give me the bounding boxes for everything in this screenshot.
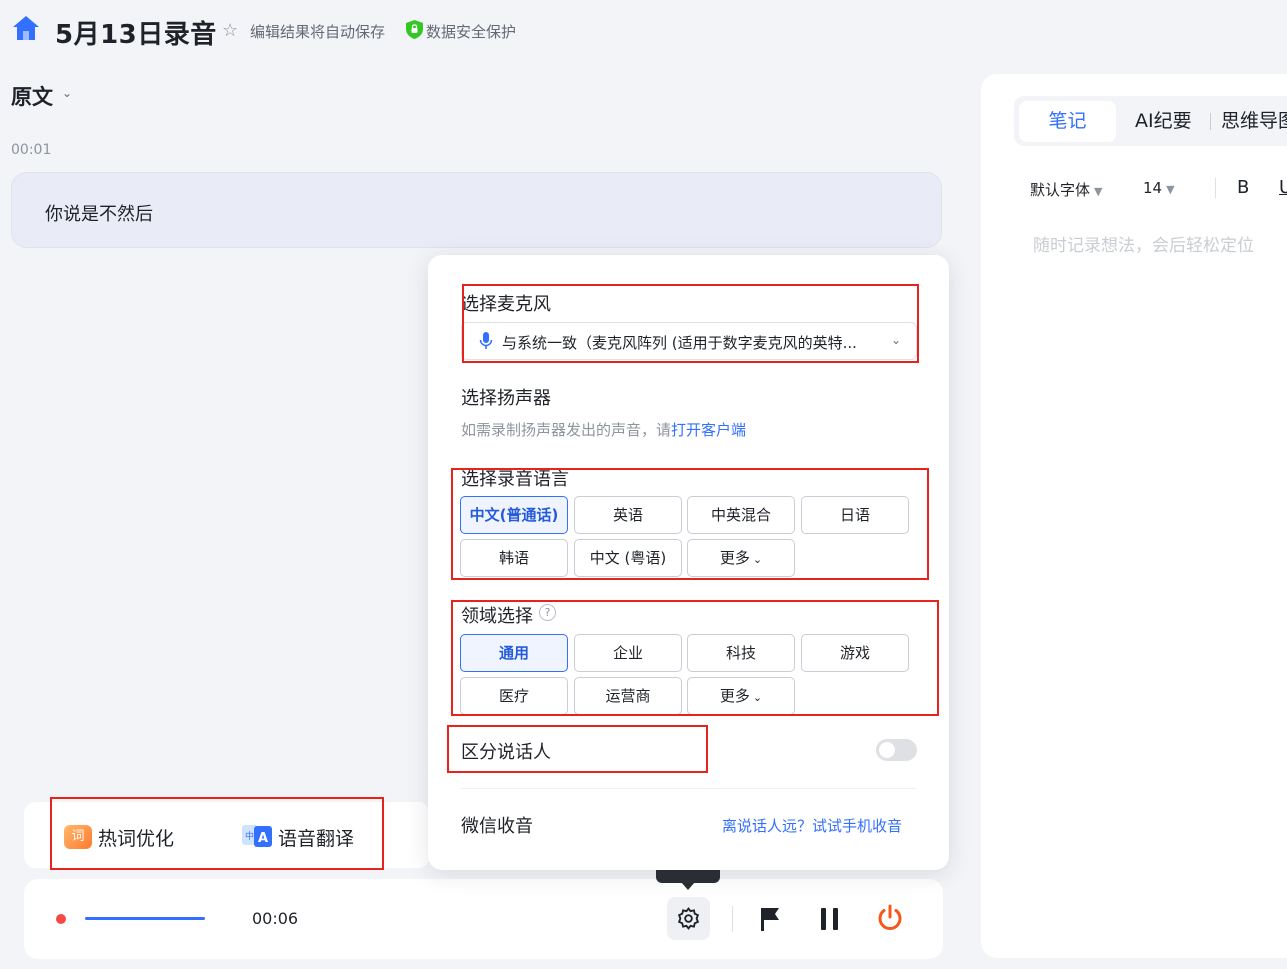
annotation-box-tools xyxy=(50,797,384,870)
transcript-text: 你说是不然后 xyxy=(45,204,153,225)
chevron-down-icon[interactable]: ⌄ xyxy=(62,86,72,100)
recording-indicator xyxy=(56,914,66,924)
recording-controls: 00:06 xyxy=(24,879,943,959)
diarize-toggle[interactable] xyxy=(876,739,917,761)
transcript-segment: 你说是不然后 xyxy=(11,172,942,248)
tab-ai-summary[interactable]: AI纪要 xyxy=(1135,106,1192,133)
segment-timestamp: 00:01 xyxy=(11,142,52,158)
caret-down-icon: ▼ xyxy=(1094,185,1103,198)
notes-tabs: 笔记 AI纪要 思维导图 xyxy=(1014,96,1287,146)
gear-icon xyxy=(677,907,700,930)
wechat-label: 微信收音 xyxy=(461,816,533,837)
tab-divider xyxy=(1210,113,1211,130)
header: 5月13日录音 ☆ 编辑结果将自动保存 数据安全保护 xyxy=(0,0,1287,62)
stop-recording-icon[interactable] xyxy=(875,903,905,933)
pause-icon[interactable] xyxy=(818,905,842,933)
underline-button[interactable]: U xyxy=(1279,177,1287,198)
star-icon[interactable]: ☆ xyxy=(222,20,238,41)
divider xyxy=(1215,178,1216,198)
annotation-box-language xyxy=(451,468,929,580)
page-title[interactable]: 5月13日录音 xyxy=(55,14,217,51)
elapsed-time: 00:06 xyxy=(252,909,299,928)
shield-icon xyxy=(406,20,423,39)
notes-editor[interactable]: 随时记录想法，会后轻松定位 xyxy=(1033,231,1254,256)
tab-notes[interactable]: 笔记 xyxy=(1019,101,1116,142)
transcript-view-select[interactable]: 原文 xyxy=(11,81,53,111)
speaker-label: 选择扬声器 xyxy=(461,388,551,409)
annotation-box-diarize xyxy=(447,725,708,773)
flag-icon[interactable] xyxy=(758,905,782,933)
caret-down-icon: ▼ xyxy=(1166,183,1175,196)
annotation-box-domain xyxy=(451,600,939,716)
tab-mindmap[interactable]: 思维导图 xyxy=(1221,106,1287,133)
audio-waveform xyxy=(85,917,205,920)
settings-button[interactable] xyxy=(667,897,710,940)
annotation-box-mic xyxy=(462,284,919,363)
home-icon[interactable] xyxy=(11,14,41,42)
divider xyxy=(461,788,917,789)
autosave-notice: 编辑结果将自动保存 xyxy=(250,23,386,41)
open-client-link[interactable]: 打开客户端 xyxy=(671,421,746,439)
divider xyxy=(732,906,733,932)
speaker-hint: 如需录制扬声器发出的声音，请打开客户端 xyxy=(461,421,747,439)
phone-capture-link[interactable]: 离说话人远？试试手机收音 xyxy=(722,815,902,836)
font-family-select[interactable]: 默认字体 ▼ xyxy=(1030,179,1102,200)
notes-panel: 笔记 AI纪要 思维导图 默认字体▼ 14▼ B U 随时记录想法，会后轻松定位 xyxy=(981,74,1287,958)
bold-button[interactable]: B xyxy=(1237,177,1249,198)
font-size-select[interactable]: 14 ▼ xyxy=(1143,179,1175,197)
security-notice: 数据安全保护 xyxy=(426,23,517,41)
